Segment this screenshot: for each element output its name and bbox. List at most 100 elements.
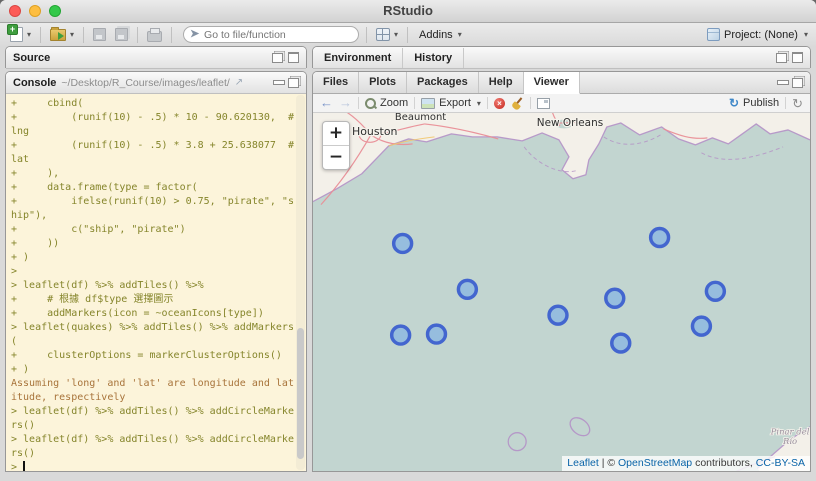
tab-packages[interactable]: Packages [407, 72, 479, 93]
zoom-out-button[interactable]: − [323, 146, 349, 169]
console-scrollbar-thumb[interactable] [297, 328, 304, 459]
zoom-in-button[interactable]: + [323, 122, 349, 146]
save-button[interactable] [91, 27, 108, 42]
new-file-button[interactable]: ▾ [8, 26, 33, 43]
tab-plots[interactable]: Plots [359, 72, 407, 93]
console-line: > leaflet(df) %>% addTiles() %>% addCirc… [11, 433, 296, 447]
attribution-link[interactable]: CC-BY-SA [756, 457, 805, 469]
open-in-new-window-button[interactable] [537, 98, 550, 109]
restore-pane-icon[interactable] [776, 53, 787, 63]
console-line: hip"), [11, 209, 296, 223]
tab-help[interactable]: Help [479, 72, 524, 93]
circle-marker[interactable] [706, 282, 724, 300]
map-label: Beaumont [395, 113, 446, 123]
export-image-icon [421, 98, 435, 109]
console-working-directory: ~/Desktop/R_Course/images/leaflet/ [61, 77, 229, 89]
print-icon [147, 31, 162, 42]
panes-grid-icon [376, 28, 390, 41]
back-button[interactable]: ← [320, 96, 333, 110]
console-line: + c("ship", "pirate") [11, 223, 296, 237]
circle-marker[interactable] [692, 317, 710, 335]
map-canvas: HoustonBeaumontNew OrleansPinar delRío [313, 113, 810, 471]
restore-pane-icon[interactable] [792, 78, 803, 88]
viewer-pane: FilesPlotsPackagesHelpViewer ← → Zoom Ex… [312, 71, 811, 472]
toolbar-separator [358, 97, 359, 109]
maximize-pane-icon[interactable] [288, 52, 299, 63]
toolbar-separator [171, 27, 172, 43]
console-line: + (runif(10) - .5) * 3.8 + 25.638077 # [11, 139, 296, 153]
tab-viewer[interactable]: Viewer [524, 72, 580, 94]
console-line: + ) [11, 363, 296, 377]
save-all-button[interactable] [113, 27, 130, 42]
toolbar-separator [785, 97, 786, 109]
circle-marker[interactable] [394, 235, 412, 253]
console-line: + addMarkers(icon = ~oceanIcons[type]) [11, 307, 296, 321]
chevron-down-icon: ▾ [458, 30, 462, 39]
circle-marker[interactable] [651, 229, 669, 247]
project-menu[interactable]: Project: (None) ▾ [707, 28, 808, 41]
save-all-icon [115, 28, 128, 41]
main-toolbar: ▾ ▾ ➤ ▾ Addins ▾ [0, 23, 816, 47]
project-label: Project: (None) [724, 29, 798, 41]
goto-file-search[interactable]: ➤ [183, 26, 359, 43]
magnifier-icon [365, 98, 376, 109]
console-line: Assuming 'long' and 'lat' are longitude … [11, 377, 296, 391]
environment-pane: EnvironmentHistory [312, 46, 811, 68]
minimize-pane-icon[interactable] [777, 79, 787, 87]
toolbar-separator [407, 27, 408, 43]
chevron-down-icon: ▾ [477, 99, 481, 108]
toolbar-separator [414, 97, 415, 109]
console-pane-header[interactable]: Console ~/Desktop/R_Course/images/leafle… [6, 72, 306, 94]
console-output: + cbind(+ (runif(10) - .5) * 10 - 90.620… [6, 94, 306, 471]
chevron-down-icon: ▾ [394, 30, 398, 39]
clear-viewer-button[interactable]: × [494, 98, 505, 109]
close-window-button[interactable] [9, 5, 21, 17]
viewer-tabs: FilesPlotsPackagesHelpViewer [313, 72, 580, 93]
circle-marker[interactable] [428, 325, 446, 343]
save-icon [93, 28, 106, 41]
circle-marker[interactable] [458, 280, 476, 298]
addins-menu[interactable]: Addins ▾ [415, 27, 466, 43]
restore-pane-icon[interactable] [272, 53, 283, 63]
chevron-down-icon: ▾ [70, 30, 74, 39]
circle-marker[interactable] [612, 334, 630, 352]
minimize-window-button[interactable] [29, 5, 41, 17]
circle-marker[interactable] [606, 289, 624, 307]
traffic-lights [9, 5, 61, 17]
publish-label: Publish [743, 97, 779, 109]
console-cursor [23, 461, 25, 471]
map-water [313, 113, 810, 471]
workspace: Source Console ~/Desktop/R_Course/images… [0, 46, 816, 481]
print-button[interactable] [145, 27, 164, 43]
tab-environment[interactable]: Environment [313, 48, 403, 68]
console-line: > leaflet(quakes) %>% addTiles() %>% add… [11, 321, 296, 335]
forward-button[interactable]: → [339, 96, 352, 110]
clear-all-broom-button[interactable] [511, 97, 524, 110]
console-body[interactable]: + cbind(+ (runif(10) - .5) * 10 - 90.620… [6, 94, 306, 471]
circle-marker[interactable] [549, 306, 567, 324]
zoom-window-button[interactable] [49, 5, 61, 17]
console-line: + clusterOptions = markerClusterOptions(… [11, 349, 296, 363]
export-button[interactable]: Export ▾ [421, 97, 481, 109]
goto-directory-icon[interactable]: ↗ [235, 77, 243, 88]
tab-files[interactable]: Files [313, 72, 359, 93]
workspace-panes-button[interactable]: ▾ [374, 27, 400, 42]
open-file-button[interactable]: ▾ [48, 28, 76, 42]
refresh-icon[interactable]: ↻ [792, 97, 803, 110]
minimize-pane-icon[interactable] [273, 79, 283, 87]
console-scrollbar[interactable] [296, 95, 305, 470]
map-label: New Orleans [537, 117, 603, 129]
attribution-link[interactable]: OpenStreetMap [618, 457, 692, 469]
attribution-link[interactable]: Leaflet [567, 457, 599, 469]
goto-file-input[interactable] [183, 26, 359, 43]
leaflet-map[interactable]: HoustonBeaumontNew OrleansPinar delRío +… [313, 113, 810, 471]
publish-button[interactable]: ↻ Publish [729, 97, 779, 109]
source-pane-header[interactable]: Source [6, 47, 306, 69]
circle-marker[interactable] [392, 326, 410, 344]
maximize-pane-icon[interactable] [792, 52, 803, 63]
zoom-button[interactable]: Zoom [365, 97, 408, 109]
console-line: + ) [11, 251, 296, 265]
attribution-text: | © [599, 457, 618, 469]
tab-history[interactable]: History [403, 48, 464, 68]
restore-pane-icon[interactable] [288, 78, 299, 88]
